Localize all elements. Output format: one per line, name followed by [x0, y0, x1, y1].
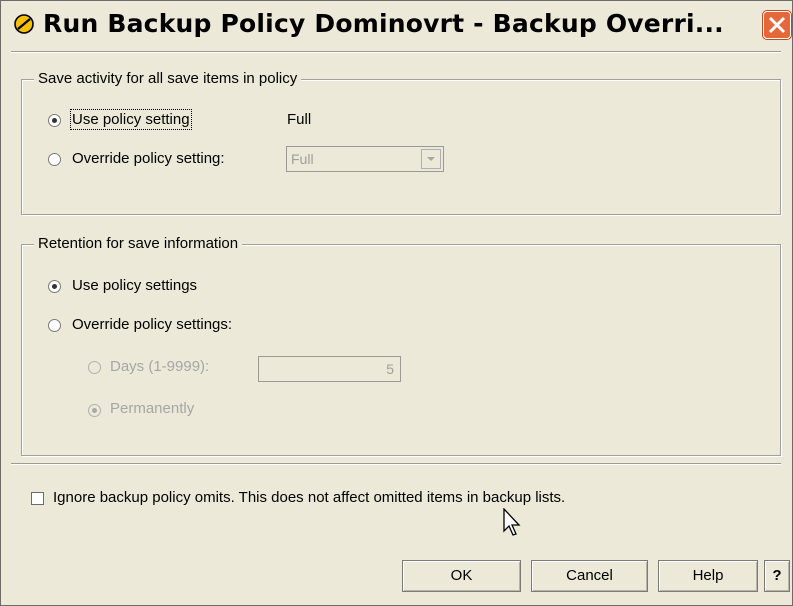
override-setting-combo-value: Full [291, 151, 314, 167]
chevron-down-icon[interactable] [421, 149, 441, 169]
save-activity-legend: Save activity for all save items in poli… [34, 70, 302, 87]
override-policy-setting-label[interactable]: Override policy setting: [72, 150, 225, 167]
close-button[interactable] [763, 11, 791, 39]
use-policy-setting-radio[interactable] [48, 114, 61, 127]
mouse-pointer-icon [503, 508, 521, 536]
retention-group [21, 244, 781, 456]
override-setting-combo[interactable]: Full [286, 146, 444, 172]
title-separator [11, 51, 781, 53]
ok-button[interactable]: OK [402, 560, 521, 592]
permanently-label: Permanently [110, 400, 195, 417]
days-label: Days (1-9999): [110, 358, 210, 375]
retention-legend: Retention for save information [34, 235, 243, 252]
override-policy-settings-label[interactable]: Override policy settings: [72, 316, 232, 333]
title-bar[interactable]: Run Backup Policy Dominovrt - Backup Ove… [1, 1, 792, 51]
use-policy-settings-radio[interactable] [48, 280, 61, 293]
override-policy-settings-radio[interactable] [48, 319, 61, 332]
days-radio[interactable] [88, 361, 101, 374]
backup-override-dialog: Run Backup Policy Dominovrt - Backup Ove… [0, 0, 793, 606]
help-button[interactable]: Help [658, 560, 758, 592]
close-x-icon [768, 16, 786, 34]
ibm-navigator-icon [13, 13, 35, 35]
use-policy-settings-label[interactable]: Use policy settings [72, 277, 197, 294]
context-help-button[interactable]: ? [764, 560, 790, 592]
ignore-omits-checkbox[interactable] [31, 492, 44, 505]
days-input[interactable]: 5 [258, 356, 401, 382]
override-policy-setting-radio[interactable] [48, 153, 61, 166]
cancel-button[interactable]: Cancel [531, 560, 648, 592]
content-separator [11, 463, 781, 465]
use-policy-setting-label[interactable]: Use policy setting [70, 109, 192, 130]
days-input-value: 5 [386, 361, 394, 377]
policy-setting-value: Full [287, 111, 312, 128]
ignore-omits-label[interactable]: Ignore backup policy omits. This does no… [53, 489, 565, 506]
window-title: Run Backup Policy Dominovrt - Backup Ove… [43, 9, 724, 38]
permanently-radio[interactable] [88, 404, 101, 417]
